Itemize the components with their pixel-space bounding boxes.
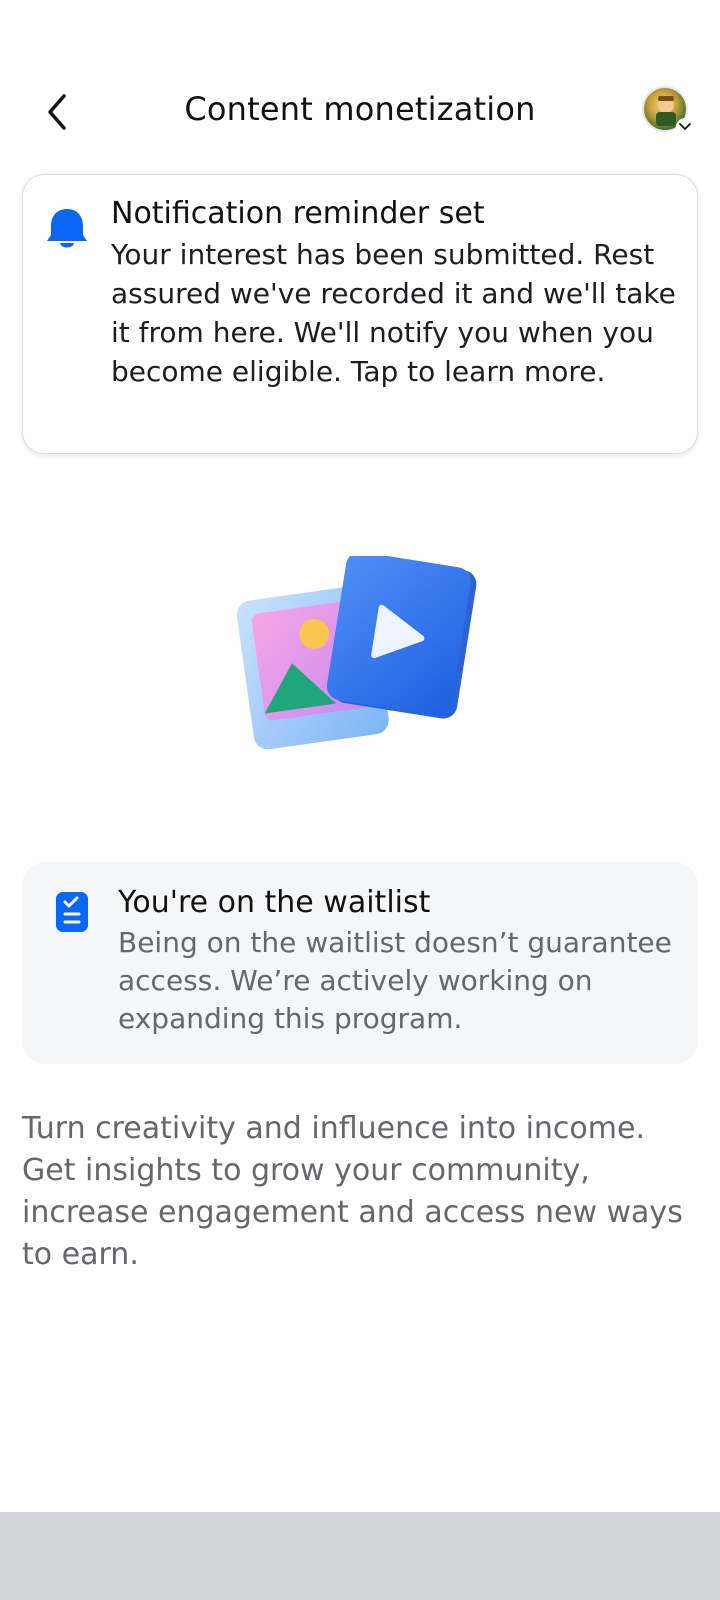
bell-icon (47, 209, 87, 248)
photo-video-illustration (236, 551, 486, 756)
profile-switcher[interactable] (642, 86, 694, 138)
clipboard-check-icon (56, 892, 88, 932)
program-description: Turn creativity and influence into incom… (22, 1111, 683, 1272)
waitlist-body: Being on the waitlist doesn’t guarantee … (118, 926, 672, 1035)
notification-body: Your interest has been submitted. Rest a… (111, 238, 676, 388)
waitlist-card: You're on the waitlist Being on the wait… (22, 862, 698, 1064)
bottom-bar (0, 1512, 720, 1600)
notification-title: Notification reminder set (111, 196, 485, 231)
waitlist-title: You're on the waitlist (118, 885, 431, 920)
content-monetization-screen: Content monetization Notification remind… (0, 0, 720, 1600)
page-title: Content monetization (184, 90, 536, 128)
chevron-down-icon (676, 118, 694, 136)
notification-card[interactable]: Notification reminder set Your interest … (22, 174, 698, 454)
header: Content monetization (0, 74, 720, 150)
